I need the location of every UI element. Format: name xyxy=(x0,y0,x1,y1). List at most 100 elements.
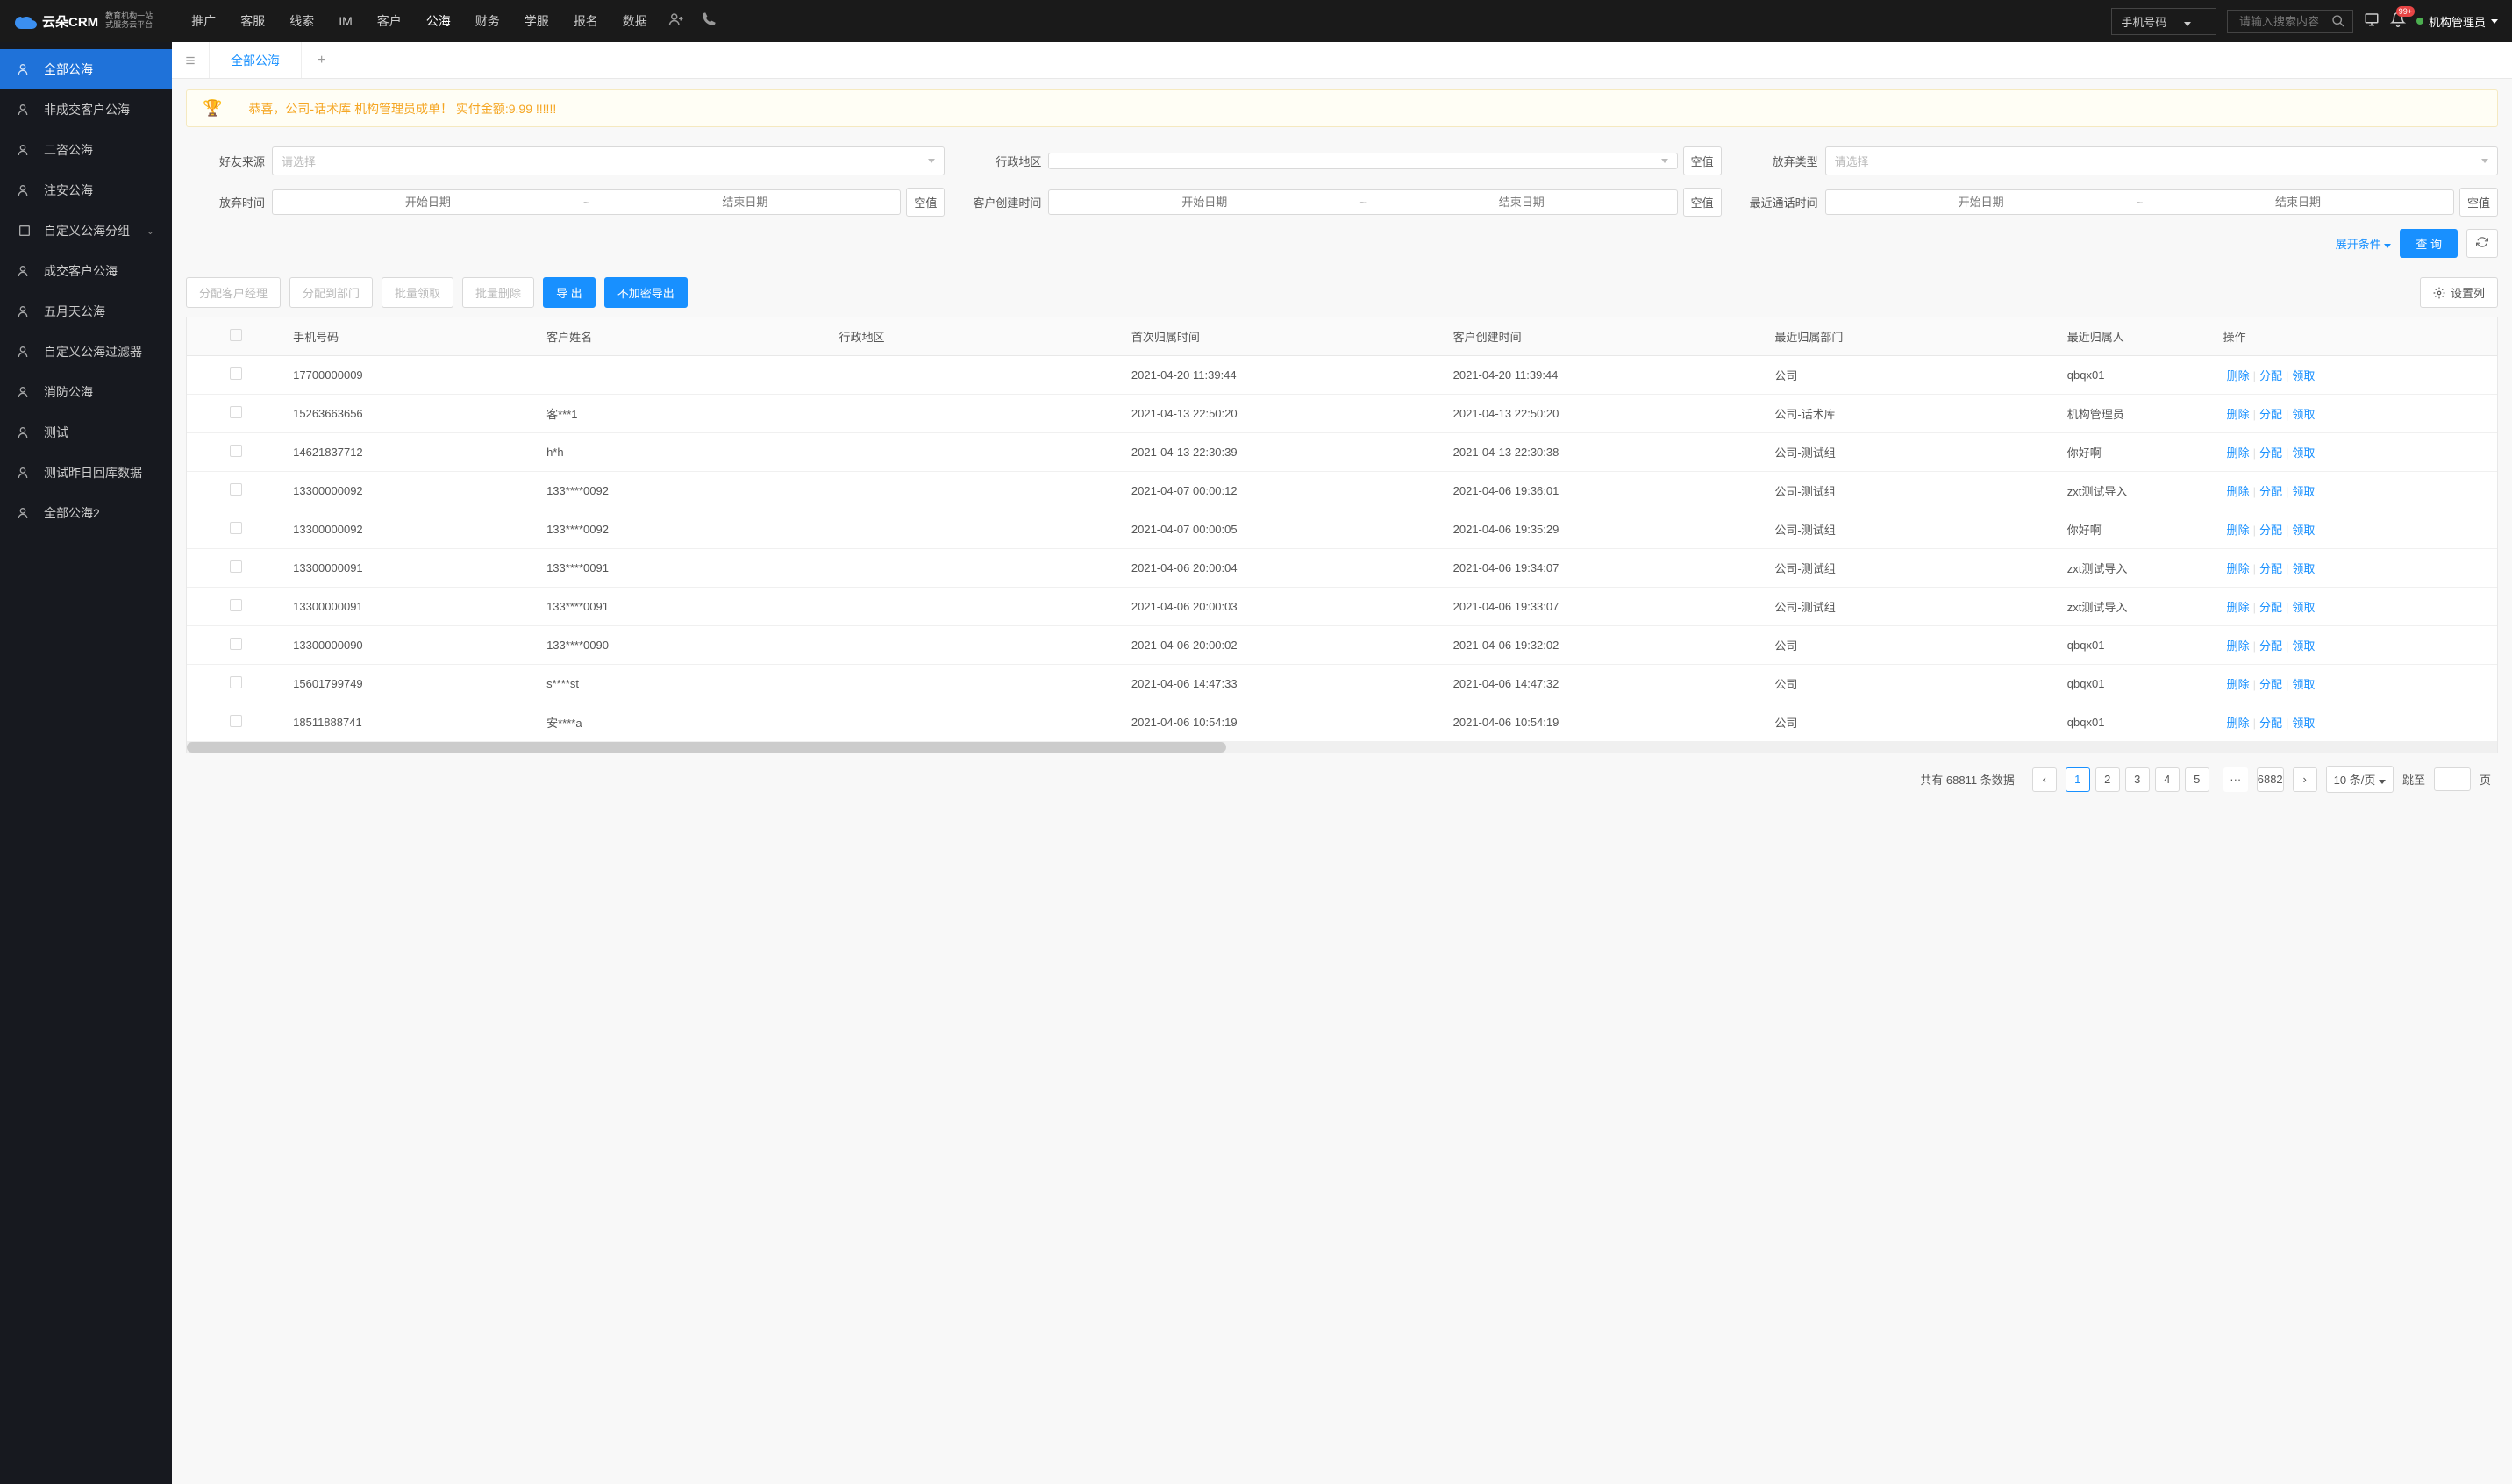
monitor-icon[interactable] xyxy=(2364,11,2380,32)
next-page-button[interactable]: › xyxy=(2293,767,2317,792)
prev-page-button[interactable]: ‹ xyxy=(2032,767,2057,792)
last-call-end-input[interactable] xyxy=(2146,196,2450,209)
claim-link[interactable]: 领取 xyxy=(2288,601,2318,614)
claim-link[interactable]: 领取 xyxy=(2288,446,2318,460)
batch-delete-button[interactable]: 批量删除 xyxy=(462,277,534,308)
delete-link[interactable]: 删除 xyxy=(2223,601,2253,614)
abandon-time-range[interactable]: ~ xyxy=(272,189,901,215)
tab-list-icon[interactable] xyxy=(172,42,210,78)
row-checkbox[interactable] xyxy=(230,560,242,573)
row-checkbox[interactable] xyxy=(230,445,242,457)
row-checkbox[interactable] xyxy=(230,599,242,611)
create-start-input[interactable] xyxy=(1053,196,1356,209)
nav-item[interactable]: 报名 xyxy=(561,0,610,42)
create-time-range[interactable]: ~ xyxy=(1048,189,1677,215)
nav-item[interactable]: 财务 xyxy=(463,0,512,42)
nav-item[interactable]: 推广 xyxy=(179,0,228,42)
sidebar-item[interactable]: 非成交客户公海 xyxy=(0,89,172,130)
sidebar-item[interactable]: 全部公海2 xyxy=(0,493,172,533)
tab-active[interactable]: 全部公海 xyxy=(210,42,302,78)
assign-manager-button[interactable]: 分配客户经理 xyxy=(186,277,281,308)
delete-link[interactable]: 删除 xyxy=(2223,408,2253,421)
last-call-start-input[interactable] xyxy=(1830,196,2133,209)
delete-link[interactable]: 删除 xyxy=(2223,369,2253,382)
assign-link[interactable]: 分配 xyxy=(2256,524,2286,537)
page-number-button[interactable]: 3 xyxy=(2125,767,2150,792)
page-size-select[interactable]: 10 条/页 xyxy=(2326,766,2394,793)
assign-link[interactable]: 分配 xyxy=(2256,408,2286,421)
assign-dept-button[interactable]: 分配到部门 xyxy=(289,277,373,308)
nav-item[interactable]: 数据 xyxy=(610,0,660,42)
assign-link[interactable]: 分配 xyxy=(2256,562,2286,575)
horizontal-scrollbar[interactable] xyxy=(187,742,2497,753)
row-checkbox[interactable] xyxy=(230,715,242,727)
nav-item[interactable]: 客服 xyxy=(228,0,277,42)
last-call-range[interactable]: ~ xyxy=(1825,189,2454,215)
notification-icon[interactable]: 99+ xyxy=(2390,11,2406,32)
assign-link[interactable]: 分配 xyxy=(2256,717,2286,730)
sidebar-item[interactable]: 二咨公海 xyxy=(0,130,172,170)
refresh-button[interactable] xyxy=(2466,229,2498,258)
query-button[interactable]: 查 询 xyxy=(2400,229,2458,258)
column-settings-button[interactable]: 设置列 xyxy=(2420,277,2498,308)
abandon-type-select[interactable]: 请选择 xyxy=(1825,146,2498,175)
page-number-button[interactable]: 4 xyxy=(2155,767,2180,792)
search-icon[interactable] xyxy=(2331,14,2345,28)
sidebar-item[interactable]: 自定义公海过滤器 xyxy=(0,332,172,372)
assign-link[interactable]: 分配 xyxy=(2256,369,2286,382)
last-call-empty-button[interactable]: 空值 xyxy=(2459,188,2498,217)
page-number-button[interactable]: 2 xyxy=(2095,767,2120,792)
export-button[interactable]: 导 出 xyxy=(543,277,596,308)
create-end-input[interactable] xyxy=(1370,196,1673,209)
nav-item[interactable]: 公海 xyxy=(414,0,463,42)
goto-page-input[interactable] xyxy=(2434,767,2471,791)
sidebar-item[interactable]: 全部公海 xyxy=(0,49,172,89)
tab-add-button[interactable]: + xyxy=(302,53,341,68)
row-checkbox[interactable] xyxy=(230,367,242,380)
claim-link[interactable]: 领取 xyxy=(2288,408,2318,421)
assign-link[interactable]: 分配 xyxy=(2256,678,2286,691)
claim-link[interactable]: 领取 xyxy=(2288,717,2318,730)
delete-link[interactable]: 删除 xyxy=(2223,524,2253,537)
delete-link[interactable]: 删除 xyxy=(2223,678,2253,691)
create-time-empty-button[interactable]: 空值 xyxy=(1683,188,1722,217)
nav-item[interactable]: 线索 xyxy=(277,0,326,42)
assign-link[interactable]: 分配 xyxy=(2256,601,2286,614)
claim-link[interactable]: 领取 xyxy=(2288,485,2318,498)
sidebar-item[interactable]: 成交客户公海 xyxy=(0,251,172,291)
delete-link[interactable]: 删除 xyxy=(2223,639,2253,653)
row-checkbox[interactable] xyxy=(230,406,242,418)
claim-link[interactable]: 领取 xyxy=(2288,524,2318,537)
assign-link[interactable]: 分配 xyxy=(2256,446,2286,460)
row-checkbox[interactable] xyxy=(230,522,242,534)
page-number-button[interactable]: 5 xyxy=(2185,767,2209,792)
abandon-end-input[interactable] xyxy=(593,196,896,209)
nav-item[interactable]: IM xyxy=(326,0,365,42)
logo[interactable]: 云朵CRM 教育机构一站 式服务云平台 xyxy=(14,12,153,31)
friend-source-select[interactable]: 请选择 xyxy=(272,146,945,175)
abandon-start-input[interactable] xyxy=(276,196,580,209)
add-user-icon[interactable] xyxy=(660,11,693,32)
nav-item[interactable]: 客户 xyxy=(365,0,414,42)
sidebar-item[interactable]: 测试昨日回库数据 xyxy=(0,453,172,493)
sidebar-item[interactable]: 注安公海 xyxy=(0,170,172,210)
expand-filters-link[interactable]: 展开条件 xyxy=(2336,235,2392,252)
delete-link[interactable]: 删除 xyxy=(2223,485,2253,498)
assign-link[interactable]: 分配 xyxy=(2256,485,2286,498)
row-checkbox[interactable] xyxy=(230,483,242,496)
search-type-select[interactable]: 手机号码 xyxy=(2111,8,2216,35)
claim-link[interactable]: 领取 xyxy=(2288,562,2318,575)
claim-link[interactable]: 领取 xyxy=(2288,639,2318,653)
region-empty-button[interactable]: 空值 xyxy=(1683,146,1722,175)
sidebar-item[interactable]: 自定义公海分组⌄ xyxy=(0,210,172,251)
search-input[interactable] xyxy=(2235,11,2331,32)
batch-claim-button[interactable]: 批量领取 xyxy=(382,277,453,308)
delete-link[interactable]: 删除 xyxy=(2223,717,2253,730)
claim-link[interactable]: 领取 xyxy=(2288,369,2318,382)
user-menu[interactable]: 机构管理员 xyxy=(2416,13,2498,30)
abandon-time-empty-button[interactable]: 空值 xyxy=(906,188,945,217)
delete-link[interactable]: 删除 xyxy=(2223,562,2253,575)
phone-icon[interactable] xyxy=(693,11,725,31)
sidebar-item[interactable]: 消防公海 xyxy=(0,372,172,412)
row-checkbox[interactable] xyxy=(230,638,242,650)
